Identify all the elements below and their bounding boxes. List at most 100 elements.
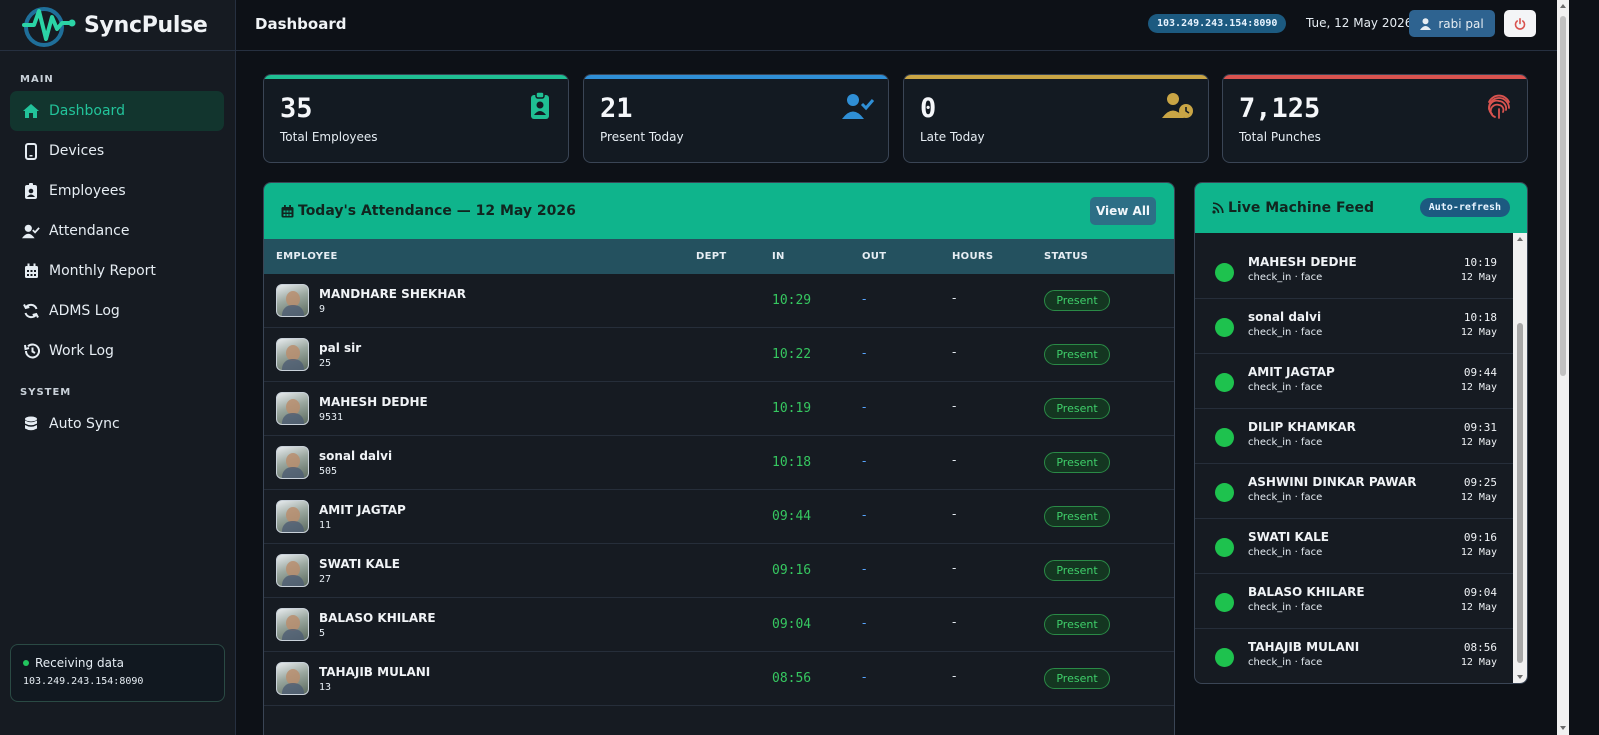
user-menu-button[interactable]: rabi pal	[1409, 10, 1495, 37]
feed-scrollbar[interactable]	[1513, 233, 1527, 683]
employee-id: 25	[319, 358, 332, 369]
column-header-employee[interactable]: EMPLOYEE	[276, 251, 338, 262]
feed-employee-name: AMIT JAGTAP	[1248, 365, 1335, 379]
in-time: 10:22	[772, 347, 812, 362]
status-badge: Present	[1044, 506, 1110, 527]
feed-event-type: check_in · face	[1248, 547, 1323, 558]
scroll-down-arrow-icon[interactable]	[1560, 726, 1566, 730]
brand[interactable]: SyncPulse	[0, 0, 235, 51]
table-row[interactable]: MAHESH DEDHE 9531 10:19 - - Present	[264, 382, 1174, 436]
connection-status: Receiving data 103.249.243.154:8090	[10, 644, 225, 702]
status-dot-icon	[1215, 593, 1234, 612]
sidebar-item-adms-log[interactable]: ADMS Log	[10, 291, 224, 331]
table-row[interactable]: MANDHARE SHEKHAR 9 10:29 - - Present	[264, 274, 1174, 328]
nav-section-system: SYSTEM	[20, 387, 72, 398]
calendar-icon	[281, 204, 294, 217]
table-row[interactable]: pal sir 25 10:22 - - Present	[264, 328, 1174, 382]
scroll-up-arrow-icon[interactable]	[1517, 237, 1523, 241]
feed-item[interactable]: MAHESH DEDHE check_in · face 10:19 12 May	[1195, 233, 1513, 299]
table-row[interactable]: BALASO KHILARE 5 09:04 - - Present	[264, 598, 1174, 652]
column-header-hours[interactable]: HOURS	[952, 251, 993, 262]
view-all-button[interactable]: View All	[1090, 197, 1156, 225]
out-time: -	[862, 346, 867, 360]
table-row[interactable]: SWATI KALE 27 09:16 - - Present	[264, 544, 1174, 598]
stat-card-present-today: 21 Present Today	[583, 74, 889, 163]
feed-item[interactable]: AMIT JAGTAP check_in · face 09:44 12 May	[1195, 354, 1513, 409]
employee-avatar	[276, 446, 309, 479]
logout-button[interactable]	[1504, 10, 1536, 37]
feed-item[interactable]: TAHAJIB MULANI check_in · face 08:56 12 May	[1195, 629, 1513, 683]
employee-avatar	[276, 554, 309, 587]
hours-value: -	[952, 615, 957, 629]
feed-item[interactable]: ASHWINI DINKAR PAWAR check_in · face 09:25…	[1195, 464, 1513, 519]
sidebar-item-auto-sync[interactable]: Auto Sync	[10, 404, 224, 444]
fingerprint-icon	[1488, 94, 1510, 119]
power-icon	[1514, 17, 1526, 30]
employee-name: TAHAJIB MULANI	[319, 665, 431, 679]
status-dot-icon	[1215, 483, 1234, 502]
hours-value: -	[952, 453, 957, 467]
user-clock-icon	[1162, 93, 1193, 118]
sidebar-item-employees[interactable]: Employees	[10, 171, 224, 211]
feed-time: 10:18	[1463, 311, 1497, 324]
feed-event-type: check_in · face	[1248, 327, 1323, 338]
app: SyncPulse MAIN Dashboard Devices Employe…	[0, 0, 1599, 735]
scroll-down-arrow-icon[interactable]	[1517, 675, 1523, 679]
sidebar-item-dashboard[interactable]: Dashboard	[10, 91, 224, 131]
clipboard-user-icon	[531, 91, 549, 119]
sidebar-item-label: Attendance	[49, 223, 130, 239]
live-feed-list[interactable]: MAHESH DEDHE check_in · face 10:19 12 May so…	[1195, 233, 1513, 683]
feed-event-type: check_in · face	[1248, 272, 1323, 283]
out-time: -	[862, 670, 867, 684]
page-scrollbar[interactable]	[1557, 0, 1569, 735]
hours-value: -	[952, 561, 957, 575]
employee-id: 13	[319, 682, 332, 693]
employee-id: 505	[319, 466, 338, 477]
status-label-row: Receiving data	[23, 656, 212, 670]
column-header-in[interactable]: IN	[772, 251, 785, 262]
feed-time: 08:56	[1463, 641, 1497, 654]
feed-employee-name: ASHWINI DINKAR PAWAR	[1248, 475, 1417, 489]
feed-item[interactable]: SWATI KALE check_in · face 09:16 12 May	[1195, 519, 1513, 574]
table-row[interactable]: AMIT JAGTAP 11 09:44 - - Present	[264, 490, 1174, 544]
status-badge: Present	[1044, 290, 1110, 311]
stat-card-late-today: 0 Late Today	[903, 74, 1209, 163]
status-dot-icon	[1215, 318, 1234, 337]
hours-value: -	[952, 291, 957, 305]
employee-avatar	[276, 608, 309, 641]
employee-id: 9531	[319, 412, 344, 423]
status-badge: Present	[1044, 560, 1110, 581]
feed-item[interactable]: BALASO KHILARE check_in · face 09:04 12 May	[1195, 574, 1513, 629]
scrollbar-thumb[interactable]	[1517, 323, 1523, 663]
column-header-out[interactable]: OUT	[862, 251, 886, 262]
live-feed-title: Live Machine Feed	[1228, 200, 1375, 216]
current-date: Tue, 12 May 2026	[1306, 16, 1413, 30]
in-time: 10:29	[772, 293, 812, 308]
feed-time: 09:44	[1463, 366, 1497, 379]
sidebar: SyncPulse MAIN Dashboard Devices Employe…	[0, 0, 236, 735]
scrollbar-thumb[interactable]	[1560, 16, 1566, 376]
table-row[interactable]: TAHAJIB MULANI 13 08:56 - - Present	[264, 652, 1174, 706]
status-badge: Present	[1044, 398, 1110, 419]
sidebar-item-monthly-report[interactable]: Monthly Report	[10, 251, 224, 291]
sidebar-item-devices[interactable]: Devices	[10, 131, 224, 171]
stat-label: Total Punches	[1239, 130, 1321, 144]
auto-refresh-badge: Auto-refresh	[1419, 198, 1510, 217]
sidebar-item-label: Monthly Report	[49, 263, 156, 279]
column-header-status[interactable]: STATUS	[1044, 251, 1088, 262]
column-header-dept[interactable]: DEPT	[696, 251, 726, 262]
nav-section-main: MAIN	[20, 74, 54, 85]
table-row[interactable]: sonal dalvi 505 10:18 - - Present	[264, 436, 1174, 490]
feed-item[interactable]: DILIP KHAMKAR check_in · face 09:31 12 May	[1195, 409, 1513, 464]
sidebar-item-work-log[interactable]: Work Log	[10, 331, 224, 371]
scroll-up-arrow-icon[interactable]	[1560, 4, 1566, 8]
employee-avatar	[276, 662, 309, 695]
hours-value: -	[952, 399, 957, 413]
hours-value: -	[952, 669, 957, 683]
hours-value: -	[952, 345, 957, 359]
stat-card-total-employees: 35 Total Employees	[263, 74, 569, 163]
sidebar-item-attendance[interactable]: Attendance	[10, 211, 224, 251]
feed-item[interactable]: sonal dalvi check_in · face 10:18 12 May	[1195, 299, 1513, 354]
feed-employee-name: BALASO KHILARE	[1248, 585, 1365, 599]
attendance-title: Today's Attendance — 12 May 2026	[298, 203, 576, 219]
